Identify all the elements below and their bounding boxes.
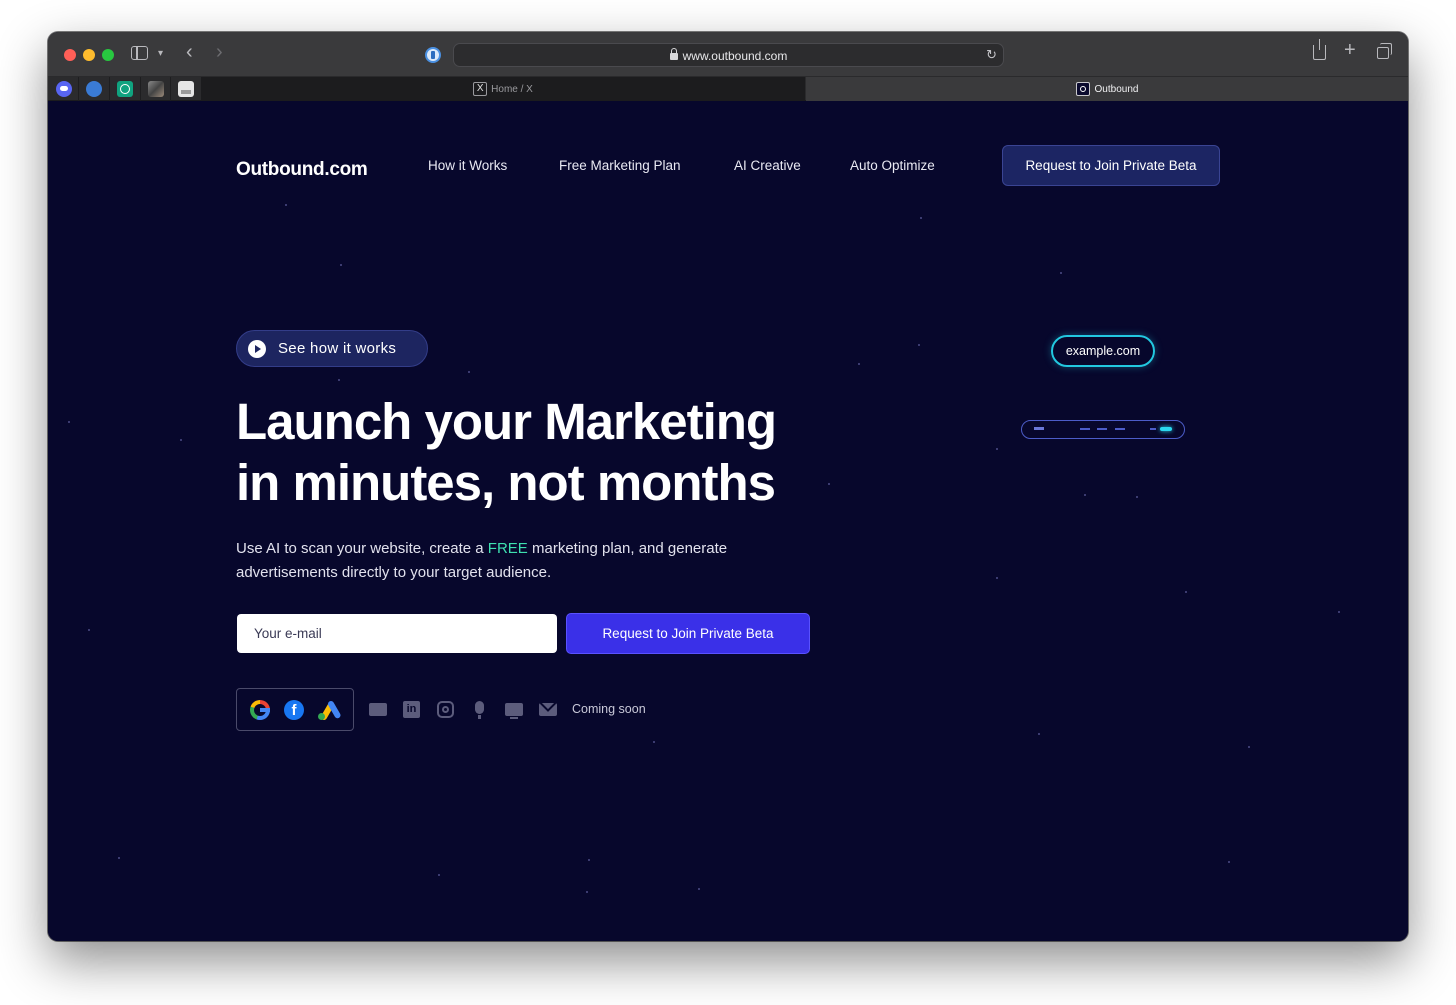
headline-line-2: in minutes, not months xyxy=(236,454,776,511)
chevron-down-icon[interactable]: ▾ xyxy=(158,46,163,62)
nav-ai-creative[interactable]: AI Creative xyxy=(734,158,801,173)
tab-overview-icon[interactable] xyxy=(1377,43,1392,59)
available-platforms: f xyxy=(236,688,354,731)
linkedin-icon: in xyxy=(403,701,420,718)
google-ads-icon xyxy=(318,699,342,721)
see-how-label: See how it works xyxy=(278,340,397,357)
logo-text: Outbound.com xyxy=(236,159,368,180)
hero-headline: Launch your Marketing in minutes, not mo… xyxy=(236,391,856,513)
tab-label: Home / X xyxy=(491,83,533,95)
nav-join-beta-button[interactable]: Request to Join Private Beta xyxy=(1002,145,1220,186)
browser-titlebar: ▾ ‹ › www.outbound.com ↻ + xyxy=(48,32,1408,77)
subcopy-part-1: Use AI to scan your website, create a xyxy=(236,540,488,557)
facebook-icon: f xyxy=(284,699,304,720)
zoom-window-button[interactable] xyxy=(102,49,114,61)
minimize-window-button[interactable] xyxy=(83,49,95,61)
google-icon xyxy=(250,699,270,720)
address-bar[interactable]: www.outbound.com ↻ xyxy=(453,43,1004,67)
reload-icon[interactable]: ↻ xyxy=(986,47,997,63)
headline-line-1: Launch your Marketing xyxy=(236,393,777,450)
email-icon xyxy=(539,703,557,716)
nav-auto-optimize[interactable]: Auto Optimize xyxy=(850,158,935,173)
x-icon: X xyxy=(473,82,488,96)
cloud-icon[interactable] xyxy=(86,81,102,97)
nav-free-marketing-plan[interactable]: Free Marketing Plan xyxy=(559,158,681,173)
chatgpt-icon[interactable] xyxy=(117,81,133,97)
scan-progress-bar xyxy=(1021,420,1185,439)
coming-soon-label: Coming soon xyxy=(572,702,646,716)
play-icon xyxy=(248,339,266,358)
forward-icon[interactable]: › xyxy=(216,42,223,62)
email-field[interactable] xyxy=(237,614,557,653)
browser-window: ▾ ‹ › www.outbound.com ↻ + X Home / X Ou… xyxy=(48,32,1408,941)
web-page: Outbound.com How it Works Free Marketing… xyxy=(48,101,1408,941)
demo-domain-pill: example.com xyxy=(1051,335,1155,367)
outbound-icon xyxy=(1075,82,1090,96)
discord-icon[interactable] xyxy=(56,81,72,97)
tab-outbound[interactable]: Outbound xyxy=(806,77,1408,101)
password-manager-icon[interactable] xyxy=(425,47,441,63)
billboard-icon xyxy=(369,703,387,716)
tv-icon xyxy=(505,703,523,719)
site-logo[interactable]: Outbound.com xyxy=(236,159,368,181)
url-text: www.outbound.com xyxy=(682,49,788,63)
instagram-icon xyxy=(437,701,454,718)
photo-icon[interactable] xyxy=(148,81,164,97)
tab-bar: X Home / X Outbound xyxy=(48,77,1408,101)
doc-icon[interactable] xyxy=(178,81,194,97)
see-how-it-works-button[interactable]: See how it works xyxy=(236,330,428,367)
free-highlight: FREE xyxy=(487,540,528,557)
tab-home-x[interactable]: X Home / X xyxy=(201,77,805,101)
tab-label: Outbound xyxy=(1094,83,1139,95)
lock-icon xyxy=(669,48,678,60)
hero-subcopy: Use AI to scan your website, create a FR… xyxy=(236,537,796,585)
close-window-button[interactable] xyxy=(64,49,76,61)
share-icon[interactable] xyxy=(1313,39,1326,60)
new-tab-icon[interactable]: + xyxy=(1344,40,1356,60)
podcast-mic-icon xyxy=(475,701,484,719)
nav-how-it-works[interactable]: How it Works xyxy=(428,158,507,173)
join-beta-button[interactable]: Request to Join Private Beta xyxy=(566,613,810,654)
sidebar-toggle-icon[interactable] xyxy=(131,46,148,60)
back-icon[interactable]: ‹ xyxy=(186,42,193,62)
